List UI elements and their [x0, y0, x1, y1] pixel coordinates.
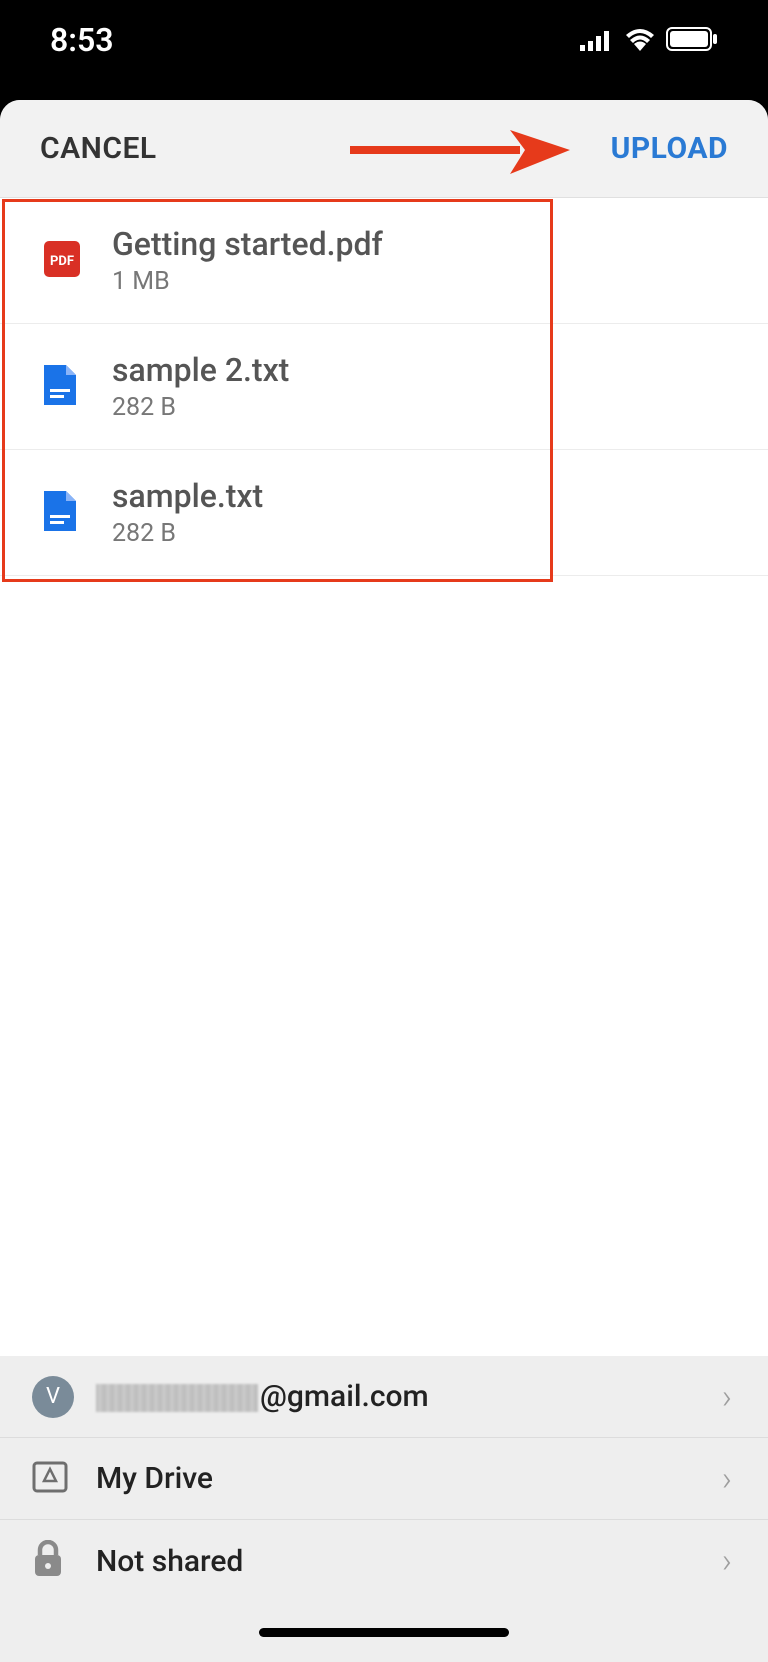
- status-time: 8:53: [50, 21, 114, 59]
- redacted-text: [96, 1384, 258, 1412]
- folder-row[interactable]: My Drive ›: [0, 1438, 768, 1520]
- file-size: 282 B: [112, 519, 263, 548]
- svg-text:PDF: PDF: [50, 254, 74, 269]
- pdf-icon: PDF: [44, 241, 80, 281]
- sharing-row[interactable]: Not shared ›: [0, 1520, 768, 1602]
- account-row[interactable]: V @gmail.com ›: [0, 1356, 768, 1438]
- upload-options: V @gmail.com › My Drive › Not s: [0, 1356, 768, 1602]
- home-indicator-area: [0, 1602, 768, 1662]
- file-row[interactable]: sample.txt 282 B: [0, 450, 768, 576]
- status-indicators: [580, 21, 718, 59]
- file-size: 282 B: [112, 393, 289, 422]
- drive-icon: [32, 1459, 68, 1499]
- battery-icon: [666, 21, 718, 59]
- file-name: sample 2.txt: [112, 351, 289, 389]
- home-indicator[interactable]: [259, 1628, 509, 1637]
- doc-icon: [44, 491, 76, 535]
- wifi-icon: [624, 21, 656, 59]
- upload-button[interactable]: UPLOAD: [611, 131, 728, 166]
- chevron-right-icon: ›: [722, 1541, 732, 1581]
- doc-icon: [44, 365, 76, 409]
- annotation-arrow-icon: [350, 130, 570, 190]
- chevron-right-icon: ›: [722, 1377, 732, 1417]
- file-row[interactable]: sample 2.txt 282 B: [0, 324, 768, 450]
- status-bar: 8:53: [0, 0, 768, 100]
- folder-label: My Drive: [96, 1461, 722, 1496]
- sheet-header: CANCEL UPLOAD: [0, 100, 768, 198]
- file-name: Getting started.pdf: [112, 225, 383, 263]
- cellular-icon: [580, 21, 614, 59]
- sharing-label: Not shared: [96, 1544, 722, 1579]
- file-name: sample.txt: [112, 477, 263, 515]
- empty-area: [0, 576, 768, 1356]
- avatar: V: [32, 1376, 74, 1418]
- upload-sheet: CANCEL UPLOAD PDF Getting started.pdf 1 …: [0, 100, 768, 1662]
- file-row[interactable]: PDF Getting started.pdf 1 MB: [0, 198, 768, 324]
- file-list: PDF Getting started.pdf 1 MB sample 2.tx…: [0, 198, 768, 576]
- cancel-button[interactable]: CANCEL: [40, 131, 157, 166]
- lock-icon: [32, 1540, 64, 1582]
- file-size: 1 MB: [112, 267, 383, 296]
- chevron-right-icon: ›: [722, 1459, 732, 1499]
- account-email: @gmail.com: [96, 1379, 722, 1414]
